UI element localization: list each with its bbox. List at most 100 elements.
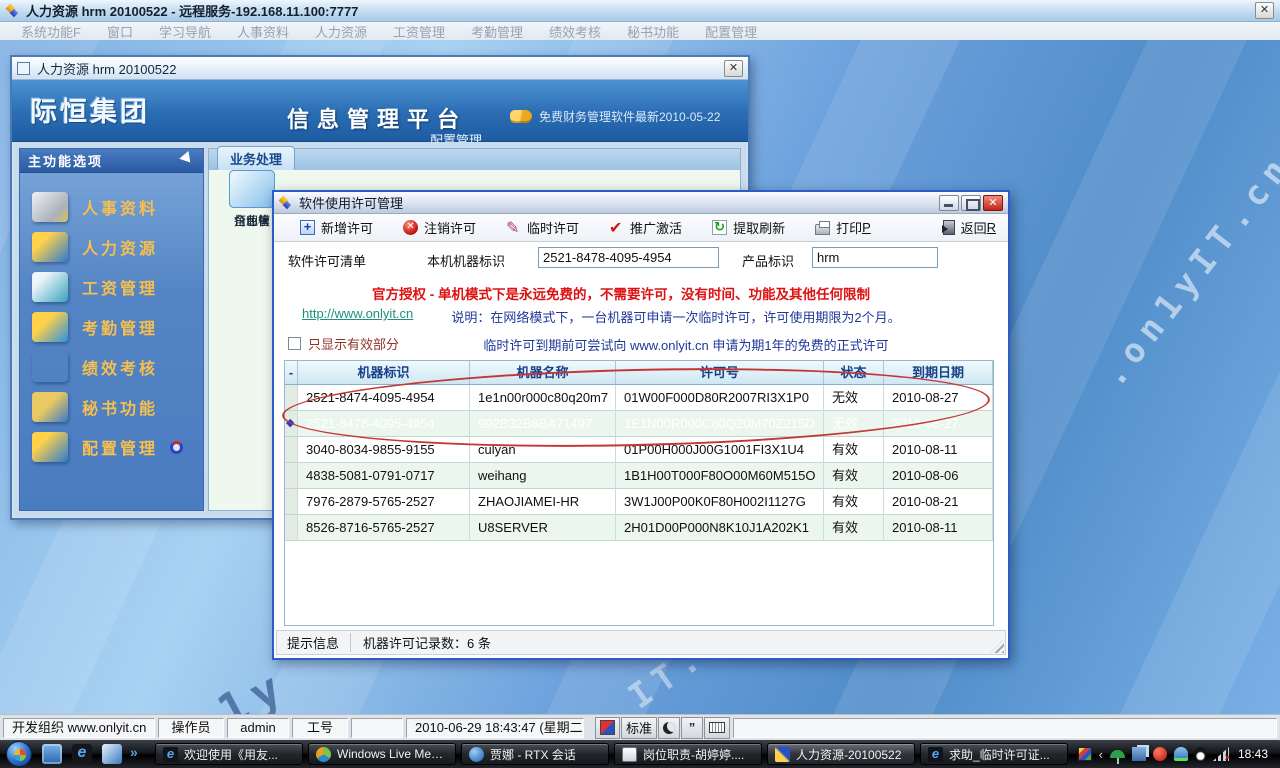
sidebar-item[interactable]: 配置管理 bbox=[20, 427, 203, 467]
table-header-cell[interactable]: 许可号 bbox=[616, 361, 824, 384]
task-button[interactable]: 岗位职责-胡婷婷.... bbox=[614, 743, 762, 765]
tab-business[interactable]: 业务处理 bbox=[217, 146, 295, 170]
table-header-cell[interactable]: - bbox=[285, 361, 298, 384]
quicklaunch-chevron-icon[interactable]: » bbox=[130, 744, 150, 764]
table-header-cell[interactable]: 机器标识 bbox=[298, 361, 470, 384]
toolbar-button[interactable]: 新增许可 bbox=[300, 218, 373, 237]
machine-id-input[interactable] bbox=[538, 247, 719, 268]
menu-item[interactable]: 绩效考核 bbox=[536, 22, 614, 41]
operator-value: admin bbox=[227, 718, 289, 738]
sidebar-item[interactable]: 绩效考核 bbox=[20, 347, 203, 387]
menu-item[interactable]: 学习导航 bbox=[146, 22, 224, 41]
tray-chevron-icon[interactable]: ‹ bbox=[1099, 747, 1103, 761]
media-quicklaunch-icon[interactable] bbox=[102, 744, 122, 764]
task-button[interactable]: 人力资源-20100522 bbox=[767, 743, 915, 765]
dev-org: 开发组织 www.onlyit.cn bbox=[3, 718, 155, 738]
app-close-button[interactable]: ✕ bbox=[1255, 2, 1274, 19]
table-header-cell[interactable]: 到期日期 bbox=[884, 361, 993, 384]
show-desktop-icon[interactable] bbox=[42, 744, 62, 764]
ie-quicklaunch-icon[interactable]: e bbox=[72, 744, 92, 764]
sidebar-item-icon bbox=[32, 352, 68, 382]
cell-machine-name: 1e1n00r000c80q20m7 bbox=[470, 385, 616, 411]
toolbar-button[interactable]: 注销许可 bbox=[403, 218, 476, 237]
menu-item[interactable]: 秘书功能 bbox=[614, 22, 692, 41]
dialog-status-bar: 提示信息 机器许可记录数：6 条 bbox=[276, 630, 1006, 655]
umbrella-icon[interactable] bbox=[1110, 750, 1125, 758]
toolbar-button[interactable]: 提取刷新 bbox=[712, 218, 785, 237]
machine-id-label: 本机机器标识 bbox=[427, 251, 505, 270]
table-row[interactable]: 8526-8716-5765-2527 U8SERVER 2H01D00P000… bbox=[285, 515, 993, 541]
toolbar-icon bbox=[506, 220, 521, 235]
product-input[interactable] bbox=[812, 247, 938, 268]
task-button-icon bbox=[622, 747, 637, 762]
wifi-error-icon[interactable] bbox=[1213, 747, 1229, 761]
table-header-cell[interactable]: 状态 bbox=[824, 361, 884, 384]
back-icon bbox=[943, 220, 955, 235]
minimize-button[interactable] bbox=[939, 195, 959, 211]
sidebar-item[interactable]: 人事资料 bbox=[20, 187, 203, 227]
table-row[interactable]: 7976-2879-5765-2527 ZHAOJIAMEI-HR 3W1J00… bbox=[285, 489, 993, 515]
show-valid-only-checkbox[interactable] bbox=[288, 337, 301, 350]
header-banner: 际恒集团 信息管理平台 配置管理 免费财务管理软件最新2010-05-22 bbox=[12, 80, 748, 142]
toolbar-icon bbox=[609, 220, 624, 235]
cell-machine-id: 8526-8716-5765-2527 bbox=[298, 515, 470, 541]
qq-penguin-icon[interactable] bbox=[1195, 747, 1206, 761]
cell-machine-name: U8SERVER bbox=[470, 515, 616, 541]
mdi-close-button[interactable]: ✕ bbox=[724, 60, 743, 77]
sidebar-item-label: 秘书功能 bbox=[82, 395, 158, 419]
sidebar-item-icon bbox=[32, 312, 68, 342]
desktop: .on1yIT.cn IT.cn on1y 人力资源 hrm 20100522 … bbox=[0, 40, 1280, 714]
mdi-window-icon bbox=[17, 62, 30, 75]
menu-item[interactable]: 人事资料 bbox=[224, 22, 302, 41]
tray-input-method-icon[interactable] bbox=[1078, 747, 1092, 761]
sidebar-item[interactable]: 工资管理 bbox=[20, 267, 203, 307]
menu-item[interactable]: 系统功能F bbox=[8, 22, 94, 41]
free-software-notice[interactable]: 免费财务管理软件最新2010-05-22 bbox=[510, 108, 720, 125]
cell-machine-name: weihang bbox=[470, 463, 616, 489]
toolbar-icon bbox=[815, 224, 830, 235]
table-header-cell[interactable]: 机器名称 bbox=[470, 361, 616, 384]
ime-punct-icon[interactable]: ” bbox=[681, 717, 703, 739]
table-row[interactable]: 2521-8474-4095-4954 1e1n00r000c80q20m7 0… bbox=[285, 385, 993, 411]
table-row[interactable]: ◆ 2521-8478-4095-4954 992B32B8BA71497 1E… bbox=[285, 411, 993, 437]
ime-keyboard-icon[interactable] bbox=[704, 717, 730, 739]
ime-logo-icon[interactable] bbox=[595, 717, 620, 739]
table-row[interactable]: 3040-8034-9855-9155 culyan 01P00H000J00G… bbox=[285, 437, 993, 463]
show-valid-only-label: 只显示有效部分 bbox=[308, 334, 399, 353]
menu-item[interactable]: 配置管理 bbox=[692, 22, 770, 41]
cell-machine-id: 4838-5081-0791-0717 bbox=[298, 463, 470, 489]
menu-item[interactable]: 人力资源 bbox=[302, 22, 380, 41]
toolbar-button[interactable]: 推广激活 bbox=[609, 218, 682, 237]
sidebar-item[interactable]: 人力资源 bbox=[20, 227, 203, 267]
contact-icon[interactable] bbox=[1174, 747, 1188, 761]
resize-grip[interactable] bbox=[990, 639, 1004, 653]
menu-item[interactable]: 窗口 bbox=[94, 22, 146, 41]
sidebar-item[interactable]: 秘书功能 bbox=[20, 387, 203, 427]
back-button[interactable]: 返回R bbox=[943, 218, 996, 237]
show-valid-only-row: 只显示有效部分 bbox=[288, 334, 399, 353]
task-button[interactable]: e 欢迎使用《用友... bbox=[155, 743, 303, 765]
toolbar-button[interactable]: 打印P bbox=[815, 218, 871, 237]
task-button[interactable]: 贾娜 - RTX 会话 bbox=[461, 743, 609, 765]
row-marker: ◆ bbox=[285, 411, 298, 437]
network-icon[interactable] bbox=[1132, 747, 1146, 761]
menu-item[interactable]: 考勤管理 bbox=[458, 22, 536, 41]
ime-fullhalf-icon[interactable] bbox=[658, 717, 680, 739]
table-row[interactable]: 4838-5081-0791-0717 weihang 1B1H00T000F8… bbox=[285, 463, 993, 489]
red-badge-icon[interactable] bbox=[1153, 747, 1167, 761]
status-label: 提示信息 bbox=[277, 633, 351, 652]
table-body: 2521-8474-4095-4954 1e1n00r000c80q20m7 0… bbox=[285, 385, 993, 541]
start-button[interactable] bbox=[6, 741, 32, 767]
restore-button[interactable] bbox=[961, 195, 981, 211]
toolbar-button[interactable]: 临时许可 bbox=[506, 218, 579, 237]
cell-license-no: 01W00F000D80R2007RI3X1P0 bbox=[616, 385, 824, 411]
ime-mode-button[interactable]: 标准 bbox=[621, 717, 657, 739]
menu-item[interactable]: 工资管理 bbox=[380, 22, 458, 41]
cell-status: 有效 bbox=[824, 489, 884, 515]
task-button[interactable]: e 求助_临时许可证... bbox=[920, 743, 1068, 765]
task-button[interactable]: Windows Live Mess... bbox=[308, 743, 456, 765]
onlyit-link[interactable]: http://www.onlyit.cn bbox=[302, 306, 413, 321]
close-button[interactable] bbox=[983, 195, 1003, 211]
cell-expire-date: 2010-08-27 bbox=[884, 411, 993, 437]
sidebar-item[interactable]: 考勤管理 bbox=[20, 307, 203, 347]
